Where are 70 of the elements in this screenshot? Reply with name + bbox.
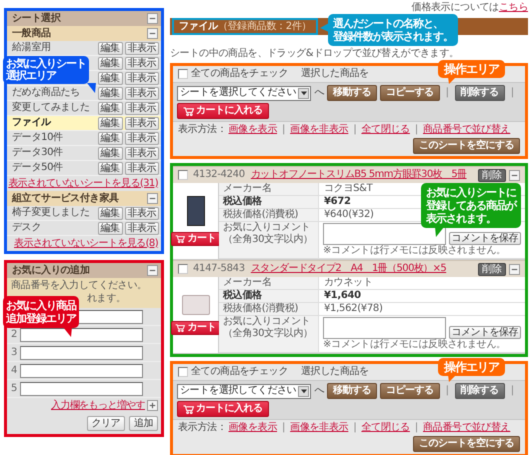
pipe-separator: | xyxy=(446,87,449,99)
check-all-label: 全ての商品をチェック xyxy=(191,366,288,378)
selected-items-label: 選択した商品を xyxy=(301,68,369,80)
field-value: ¥1,562(¥78) xyxy=(324,303,383,314)
field-label: 税込価格 xyxy=(223,196,262,207)
callout-text: 選択エリア xyxy=(6,70,58,82)
pipe-separator: | xyxy=(282,422,286,434)
product-code: 4147-5843 xyxy=(193,263,245,275)
field-value: ¥672 xyxy=(324,196,351,207)
callout-text: お気に入りシート xyxy=(6,58,86,70)
group-title: 一般商品 xyxy=(12,28,51,40)
comment-note: ※コメントは行メモには反映されません。 xyxy=(323,339,507,351)
field-value: ¥1,640 xyxy=(324,290,361,301)
pipe-separator: | xyxy=(510,385,514,397)
callout-text: 表示されます。 xyxy=(426,212,497,225)
sheet-name: だめな商品たち xyxy=(12,87,80,99)
panel-title: シート選択 xyxy=(12,12,61,24)
field-value: ¥640(¥32) xyxy=(324,209,374,220)
field-number: 2 xyxy=(11,328,18,340)
sheet-name: ファイル xyxy=(12,117,51,129)
field-label: メーカー名 xyxy=(223,277,272,288)
pipe-separator: | xyxy=(446,385,449,397)
callout-text: 選んだシートの名称と、 xyxy=(333,17,444,30)
sheet-name: 変更してみました xyxy=(12,102,90,114)
sheet-name: データ50件 xyxy=(12,162,63,174)
price-note-text: 価格表示については xyxy=(412,2,499,14)
callout-text: 操作エリア xyxy=(444,62,499,76)
view-label: 表示方法： xyxy=(178,422,227,434)
group-title: 組立てサービス付き家具 xyxy=(12,192,119,204)
field-number: 3 xyxy=(11,346,18,358)
sheet-name: 椅子変更しました xyxy=(12,207,90,219)
field-value: カウネット xyxy=(324,277,373,288)
pipe-separator: | xyxy=(510,87,514,99)
callout-text: お気に入りシートに xyxy=(426,186,516,199)
pipe-separator: | xyxy=(414,422,418,434)
pipe-separator: | xyxy=(353,422,356,434)
sheet-name: デスク xyxy=(12,222,42,234)
to-label: へ xyxy=(314,385,324,397)
field-label: メーカー名 xyxy=(223,183,272,194)
item-count: （登録商品数：2件） xyxy=(218,20,312,32)
hint-text: シートの中の商品を、ドラッグ&ドロップで並び替えができます。 xyxy=(170,48,460,60)
field-value: コクヨS&T xyxy=(324,183,372,194)
panel-title: お気に入りの追加 xyxy=(12,264,90,276)
field-number: 5 xyxy=(11,382,18,394)
callout-text: 登録件数が表示されます。 xyxy=(333,30,454,43)
sheet-name: データ10件 xyxy=(12,132,63,144)
sheet-title: ファイル xyxy=(179,20,218,32)
field-label: お気に入りコメント（全角30文字以内） xyxy=(223,222,313,245)
sheet-name: 給湯室用 xyxy=(12,42,51,54)
callout-text: お気に入り商品 xyxy=(6,299,76,312)
callout-text: 操作エリア xyxy=(444,360,499,374)
check-all-label: 全ての商品をチェック xyxy=(191,68,288,80)
field-label: 税抜価格(消費税) xyxy=(223,209,298,220)
field-number: 4 xyxy=(11,364,18,376)
field-label: 税抜価格(消費税) xyxy=(223,303,298,314)
comment-note: ※コメントは行メモには反映されません。 xyxy=(323,245,507,257)
field-label: お気に入りコメント（全角30文字以内） xyxy=(223,316,313,339)
pipe-separator: | xyxy=(414,124,418,136)
callout-text: 追加登録エリア xyxy=(6,312,76,325)
to-label: へ xyxy=(314,87,324,99)
view-label: 表示方法： xyxy=(178,124,227,136)
instruction-text: 商品番号を入力してください。 xyxy=(11,280,147,291)
selected-items-label: 選択した商品を xyxy=(301,366,369,378)
pipe-separator: | xyxy=(282,124,286,136)
pipe-separator: | xyxy=(353,124,356,136)
callout-text: 登録してある商品が xyxy=(426,199,516,212)
sheet-name: データ30件 xyxy=(12,147,63,159)
field-label: 税込価格 xyxy=(223,290,262,301)
product-code: 4132-4240 xyxy=(193,169,245,181)
instruction-text: れます。 xyxy=(87,293,126,304)
